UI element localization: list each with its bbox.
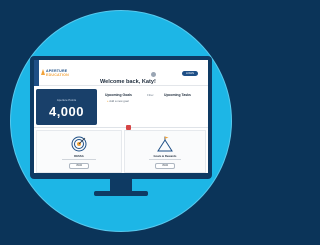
dashboard-screen: APERTURE EDUCATION LOGIN ✕ Welcome back,… bbox=[34, 60, 208, 173]
illustration: APERTURE EDUCATION LOGIN ✕ Welcome back,… bbox=[0, 0, 244, 245]
points-value: 4,000 bbox=[48, 104, 85, 119]
app-logo[interactable]: APERTURE EDUCATION bbox=[46, 69, 69, 77]
logo-line-2: EDUCATION bbox=[46, 73, 69, 77]
dessa-card[interactable]: DESSA VIEW bbox=[36, 130, 122, 173]
dessa-view-button[interactable]: VIEW bbox=[69, 163, 89, 169]
card-label: DESSA bbox=[74, 154, 84, 158]
section-divider bbox=[34, 127, 208, 128]
upcoming-goals-title: Upcoming Goals bbox=[105, 93, 132, 97]
mountain-flag-icon bbox=[157, 136, 173, 152]
target-icon bbox=[71, 136, 87, 152]
logo-icon bbox=[41, 69, 45, 75]
points-label: Aperture Points bbox=[56, 98, 77, 102]
add-goal-label: Add a new goal bbox=[109, 99, 129, 103]
card-divider bbox=[149, 159, 181, 160]
card-label: Goals & Rewards bbox=[153, 154, 177, 158]
upcoming-tasks-title: Upcoming Tasks bbox=[164, 93, 191, 97]
filter-control[interactable]: Filter bbox=[147, 93, 154, 97]
card-divider bbox=[62, 159, 96, 160]
summary-panels: Aperture Points 4,000 Upcoming Goals + A… bbox=[34, 87, 208, 125]
monitor: APERTURE EDUCATION LOGIN ✕ Welcome back,… bbox=[30, 56, 212, 179]
login-button[interactable]: LOGIN bbox=[182, 71, 198, 76]
goals-rewards-card[interactable]: Goals & Rewards VIEW bbox=[124, 130, 206, 173]
settings-icon[interactable] bbox=[151, 72, 156, 77]
points-card: Aperture Points 4,000 bbox=[36, 89, 97, 125]
monitor-stand bbox=[94, 191, 148, 196]
goals-view-button[interactable]: VIEW bbox=[155, 163, 175, 169]
add-goal-link[interactable]: + Add a new goal bbox=[107, 99, 129, 103]
welcome-heading: Welcome back, Katy! bbox=[100, 79, 156, 85]
